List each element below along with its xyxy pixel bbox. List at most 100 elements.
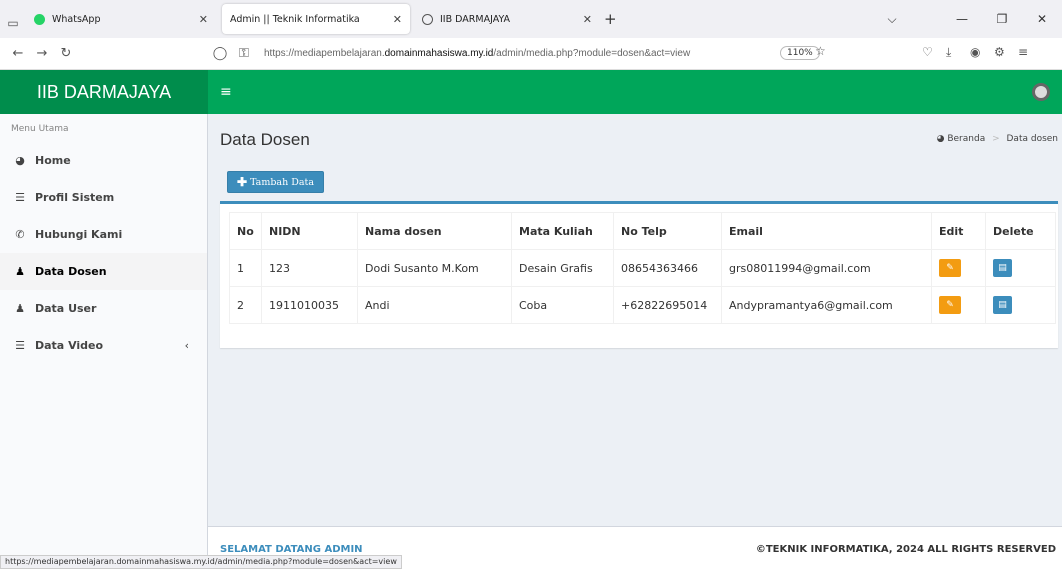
main-content: Data Dosen ◕ Beranda > Data dosen ✚ Tamb… [208, 114, 1062, 526]
user-icon: ♟ [15, 265, 25, 278]
table-row: 1 123 Dodi Susanto M.Kom Desain Grafis 0… [229, 249, 1056, 287]
column-header: No [229, 212, 262, 250]
tab-admin[interactable]: Admin || Teknik Informatika ✕ [222, 4, 410, 34]
breadcrumb-separator: > [992, 134, 1000, 144]
menu-header: Menu Utama [0, 114, 207, 142]
sidebar-item-label: Data User [35, 302, 97, 315]
breadcrumb-home[interactable]: Beranda [947, 134, 985, 144]
sidebar-item-label: Profil Sistem [35, 191, 115, 204]
sidebar-item-data-user[interactable]: ♟ Data User [0, 290, 207, 327]
sidebar-item-home[interactable]: ◕ Home [0, 142, 207, 179]
bookmark-star-icon[interactable]: ☆ [815, 44, 826, 58]
tab-list-icon[interactable]: ▭ [0, 8, 26, 38]
close-tab-icon[interactable]: ✕ [199, 13, 208, 26]
back-icon[interactable]: ← [6, 46, 30, 61]
sidebar-item-data-video[interactable]: ☰ Data Video ‹ [0, 327, 207, 364]
forward-icon[interactable]: → [30, 46, 54, 61]
shield-icon[interactable]: ◯ [208, 46, 232, 61]
tab-whatsapp[interactable]: WhatsApp ✕ [26, 4, 216, 34]
account-icon[interactable]: ◉ [970, 45, 980, 59]
window-controls: ⌵ — ❐ ✕ [872, 0, 1062, 38]
cell-matkul: Desain Grafis [511, 249, 614, 287]
brand-logo[interactable]: IIB DARMAJAYA [0, 70, 208, 114]
list-icon: ☰ [15, 191, 25, 204]
sidebar-item-data-dosen[interactable]: ♟ Data Dosen [0, 253, 207, 290]
zoom-level[interactable]: 110% [780, 46, 820, 60]
column-header: Email [721, 212, 932, 250]
tab-label: WhatsApp [52, 13, 101, 25]
data-table-box: No NIDN Nama dosen Mata Kuliah No Telp E… [220, 201, 1058, 348]
url-suffix: /admin/media.php?module=dosen&act=view [493, 48, 691, 59]
table-header-row: No NIDN Nama dosen Mata Kuliah No Telp E… [229, 212, 1056, 250]
download-icon[interactable]: ⤓ [946, 45, 951, 60]
user-avatar-icon[interactable] [1032, 83, 1050, 101]
footer-welcome: SELAMAT DATANG ADMIN [220, 544, 363, 555]
trash-icon: ▤ [998, 263, 1007, 273]
tab-overflow-icon[interactable]: ⌵ [872, 12, 912, 27]
close-tab-icon[interactable]: ✕ [393, 13, 402, 26]
cell-edit: ✎ [931, 249, 986, 287]
cell-edit: ✎ [931, 286, 986, 324]
edit-icon: ✎ [946, 300, 954, 310]
sidebar-item-label: Hubungi Kami [35, 228, 123, 241]
browser-tab-bar: ▭ WhatsApp ✕ Admin || Teknik Informatika… [0, 0, 1062, 38]
cell-matkul: Coba [511, 286, 614, 324]
pocket-icon[interactable]: ♡ [922, 45, 933, 59]
app-header: IIB DARMAJAYA ≡ [0, 70, 1062, 114]
cell-delete: ▤ [985, 249, 1056, 287]
column-header: No Telp [613, 212, 722, 250]
whatsapp-icon [34, 13, 45, 25]
cell-no: 1 [229, 249, 262, 287]
url-text[interactable]: https://mediapembelajaran.domainmahasisw… [264, 48, 690, 59]
column-header: NIDN [261, 212, 358, 250]
cell-nidn: 1911010035 [261, 286, 358, 324]
sidebar-item-label: Data Dosen [35, 265, 107, 278]
delete-button[interactable]: ▤ [993, 259, 1012, 277]
reload-icon[interactable]: ↻ [54, 46, 78, 61]
globe-icon [422, 13, 433, 25]
add-data-button[interactable]: ✚ Tambah Data [227, 171, 324, 193]
menu-icon[interactable]: ≡ [1018, 45, 1028, 59]
sidebar-item-hubungi-kami[interactable]: ✆ Hubungi Kami [0, 216, 207, 253]
cell-delete: ▤ [985, 286, 1056, 324]
edit-button[interactable]: ✎ [939, 259, 961, 277]
sidebar: Menu Utama ◕ Home ☰ Profil Sistem ✆ Hubu… [0, 114, 208, 569]
cell-nama: Andi [357, 286, 512, 324]
url-domain: domainmahasiswa.my.id [384, 48, 494, 59]
chevron-left-icon: ‹ [184, 339, 189, 352]
column-header: Delete [985, 212, 1056, 250]
close-tab-icon[interactable]: ✕ [583, 13, 592, 26]
tab-iib[interactable]: IIB DARMAJAYA ✕ [414, 4, 600, 34]
tab-label: IIB DARMAJAYA [440, 13, 511, 25]
extensions-icon[interactable]: ⚙ [994, 45, 1005, 59]
breadcrumb-current: Data dosen [1006, 134, 1059, 144]
restore-icon[interactable]: ❐ [982, 12, 1022, 26]
sidebar-item-label: Home [35, 154, 71, 167]
close-window-icon[interactable]: ✕ [1022, 12, 1062, 26]
status-bar-url: https://mediapembelajaran.domainmahasisw… [0, 555, 402, 569]
dashboard-icon: ◕ [15, 154, 25, 167]
table-row: 2 1911010035 Andi Coba +62822695014 Andy… [229, 286, 1056, 324]
delete-button[interactable]: ▤ [993, 296, 1012, 314]
add-data-label: Tambah Data [250, 176, 314, 188]
breadcrumb: ◕ Beranda > Data dosen [937, 134, 1058, 144]
database-icon: ☰ [15, 339, 25, 352]
dosen-table: No NIDN Nama dosen Mata Kuliah No Telp E… [229, 212, 1056, 324]
users-icon: ♟ [15, 302, 25, 315]
edit-button[interactable]: ✎ [939, 296, 961, 314]
minimize-icon[interactable]: — [942, 12, 982, 26]
dashboard-icon: ◕ [936, 134, 945, 144]
new-tab-button[interactable]: + [604, 10, 617, 28]
sidebar-toggle-icon[interactable]: ≡ [220, 84, 232, 100]
sidebar-item-label: Data Video [35, 339, 104, 352]
sidebar-item-profil-sistem[interactable]: ☰ Profil Sistem [0, 179, 207, 216]
url-prefix: https://mediapembelajaran. [264, 48, 385, 59]
cell-telp: +62822695014 [613, 286, 722, 324]
lock-icon[interactable]: ⚿ [232, 46, 256, 61]
edit-icon: ✎ [946, 263, 954, 273]
cell-no: 2 [229, 286, 262, 324]
column-header: Nama dosen [357, 212, 512, 250]
cell-nama: Dodi Susanto M.Kom [357, 249, 512, 287]
page-title: Data Dosen [220, 130, 310, 149]
browser-toolbar: ← → ↻ ◯ ⚿ https://mediapembelajaran.doma… [0, 38, 1062, 70]
